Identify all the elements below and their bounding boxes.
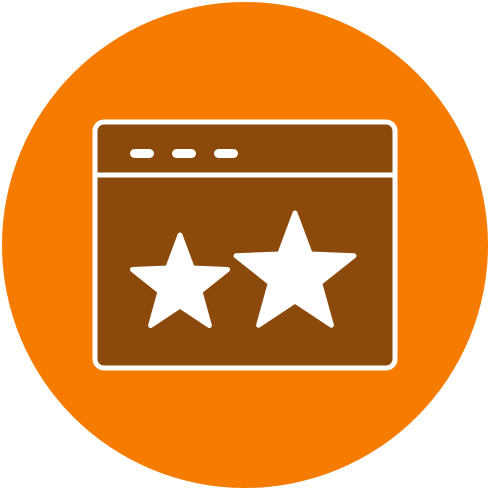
window-dots: [130, 149, 238, 158]
browser-rating-icon: [2, 2, 488, 488]
window-dot-3: [214, 149, 238, 158]
window-dot-2: [172, 149, 196, 158]
icon-stage: [0, 0, 490, 490]
window-dot-1: [130, 149, 154, 158]
browser-window: [92, 119, 398, 371]
